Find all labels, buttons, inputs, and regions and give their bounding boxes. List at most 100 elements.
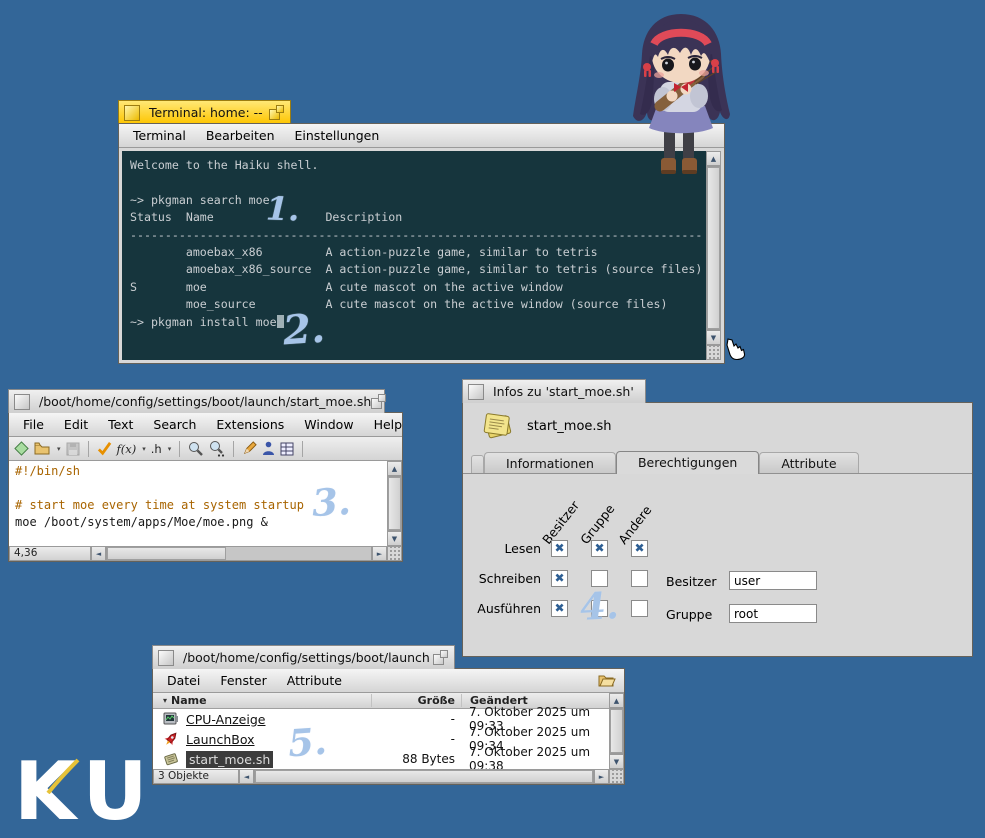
- close-button[interactable]: [124, 105, 140, 121]
- file-name[interactable]: LaunchBox: [186, 732, 255, 747]
- menu-terminal[interactable]: Terminal: [123, 125, 196, 146]
- pencil-icon[interactable]: [242, 441, 257, 456]
- menu-einstellungen[interactable]: Einstellungen: [285, 125, 390, 146]
- resize-grip[interactable]: [609, 769, 624, 784]
- sort-arrow-icon: ▾: [163, 696, 167, 705]
- tracker-vertical-scrollbar[interactable]: ▲ ▼: [609, 693, 624, 769]
- menu-edit[interactable]: Edit: [54, 414, 98, 435]
- scroll-down-button[interactable]: ▼: [609, 754, 624, 769]
- tab-berechtigungen[interactable]: Berechtigungen: [616, 451, 759, 474]
- resize-grip[interactable]: [706, 345, 721, 360]
- object-count: 3 Objekte: [153, 769, 239, 784]
- tab-attribute[interactable]: Attribute: [759, 452, 858, 473]
- scroll-up-button[interactable]: ▲: [609, 693, 624, 708]
- scroll-right-button[interactable]: ►: [594, 769, 609, 784]
- menu-help[interactable]: Help: [364, 414, 413, 435]
- terminal-window-tab[interactable]: Terminal: home: --: [118, 100, 291, 124]
- checkbox-schreiben-andere[interactable]: [631, 570, 648, 587]
- header-dropdown-arrow-icon[interactable]: ▾: [168, 445, 172, 453]
- scroll-thumb[interactable]: [707, 167, 720, 329]
- find-icon[interactable]: [188, 441, 204, 457]
- group-input[interactable]: [729, 604, 817, 623]
- check-syntax-icon[interactable]: [97, 441, 112, 456]
- editor-vertical-scrollbar[interactable]: ▲ ▼: [387, 461, 402, 546]
- scroll-track[interactable]: [706, 166, 721, 330]
- file-size: -: [371, 732, 461, 746]
- horizontal-scroll-track[interactable]: [106, 546, 372, 561]
- menu-file[interactable]: File: [13, 414, 54, 435]
- table-row-start-moe-selected[interactable]: start_moe.sh 88 Bytes 7. Oktober 2025 um…: [153, 749, 609, 769]
- column-header-groesse[interactable]: Größe: [371, 694, 461, 707]
- scroll-thumb[interactable]: [255, 770, 593, 783]
- left-arrow-icon: ◄: [244, 773, 249, 781]
- scroll-thumb[interactable]: [610, 709, 623, 753]
- horizontal-scroll-track[interactable]: [254, 769, 594, 784]
- function-dropdown-arrow-icon[interactable]: ▾: [142, 445, 146, 453]
- zoom-button[interactable]: [371, 394, 386, 409]
- menu-search[interactable]: Search: [143, 414, 206, 435]
- close-button[interactable]: [14, 394, 30, 410]
- file-name-selected[interactable]: start_moe.sh: [186, 751, 273, 768]
- open-dropdown-arrow-icon[interactable]: ▾: [57, 445, 61, 453]
- scroll-left-button[interactable]: ◄: [239, 769, 254, 784]
- terminal-vertical-scrollbar[interactable]: ▲ ▼: [706, 151, 721, 360]
- scroll-up-button[interactable]: ▲: [387, 461, 402, 476]
- check-x-icon: ✖: [594, 541, 604, 556]
- table-icon[interactable]: [280, 442, 294, 456]
- menu-datei[interactable]: Datei: [157, 670, 210, 691]
- new-document-icon[interactable]: [14, 441, 29, 456]
- function-popup-label[interactable]: f(x): [117, 442, 137, 456]
- row-label-schreiben: Schreiben: [463, 571, 541, 586]
- scroll-down-button[interactable]: ▼: [387, 531, 402, 546]
- menu-text[interactable]: Text: [98, 414, 143, 435]
- terminal-screen[interactable]: Welcome to the Haiku shell. ~> pkgman se…: [122, 151, 706, 360]
- menu-extensions[interactable]: Extensions: [206, 414, 294, 435]
- open-folder-icon[interactable]: [34, 441, 51, 456]
- script-icon: [163, 751, 179, 767]
- scroll-track[interactable]: [387, 476, 402, 531]
- tab-informationen[interactable]: Informationen: [484, 452, 616, 473]
- tracker-window-tab[interactable]: /boot/home/config/settings/boot/launch: [152, 645, 455, 669]
- editor-window-title: /boot/home/config/settings/boot/launch/s…: [39, 394, 371, 409]
- checkbox-lesen-gruppe[interactable]: ✖: [591, 540, 608, 557]
- tracker-window-title: /boot/home/config/settings/boot/launch: [183, 650, 430, 665]
- owner-input[interactable]: [729, 571, 817, 590]
- tab-stub: [471, 455, 484, 473]
- checkbox-ausfuehren-besitzer[interactable]: ✖: [551, 600, 568, 617]
- close-button[interactable]: [468, 384, 484, 400]
- open-folder-icon[interactable]: [597, 672, 616, 689]
- checkbox-schreiben-besitzer[interactable]: ✖: [551, 570, 568, 587]
- checkbox-ausfuehren-andere[interactable]: [631, 600, 648, 617]
- rocket-icon: [163, 731, 179, 747]
- close-button[interactable]: [158, 650, 174, 666]
- info-tabs: Informationen Berechtigungen Attribute: [463, 449, 972, 474]
- zoom-button[interactable]: [269, 105, 284, 120]
- find-next-icon[interactable]: [209, 441, 225, 457]
- menu-window[interactable]: Window: [294, 414, 363, 435]
- terminal-text: Welcome to the Haiku shell. ~> pkgman se…: [130, 158, 702, 329]
- menu-fenster[interactable]: Fenster: [210, 670, 276, 691]
- zoom-button[interactable]: [433, 650, 448, 665]
- tracker-statusbar: 3 Objekte ◄ ►: [153, 769, 624, 784]
- scroll-track[interactable]: [609, 708, 624, 754]
- editor-window-tab[interactable]: /boot/home/config/settings/boot/launch/s…: [8, 389, 385, 413]
- down-arrow-icon: ▼: [614, 758, 619, 766]
- scroll-right-button[interactable]: ►: [372, 546, 387, 561]
- save-icon-disabled[interactable]: [66, 442, 80, 456]
- scroll-left-button[interactable]: ◄: [91, 546, 106, 561]
- header-popup-label[interactable]: .h: [151, 442, 162, 456]
- scroll-thumb[interactable]: [107, 547, 226, 560]
- resize-grip[interactable]: [387, 546, 402, 561]
- scroll-down-button[interactable]: ▼: [706, 330, 721, 345]
- file-name[interactable]: CPU-Anzeige: [186, 712, 265, 727]
- info-window-tab[interactable]: Infos zu 'start_moe.sh': [462, 379, 646, 403]
- column-header-name[interactable]: ▾Name: [153, 694, 371, 707]
- person-icon[interactable]: [262, 441, 275, 456]
- menu-attribute[interactable]: Attribute: [277, 670, 352, 691]
- checkbox-lesen-andere[interactable]: ✖: [631, 540, 648, 557]
- checkbox-lesen-besitzer[interactable]: ✖: [551, 540, 568, 557]
- code-line-1: #!/bin/sh: [15, 463, 381, 480]
- scroll-thumb[interactable]: [388, 477, 401, 530]
- menu-bearbeiten[interactable]: Bearbeiten: [196, 125, 285, 146]
- annotation-2: 2.: [281, 305, 326, 355]
